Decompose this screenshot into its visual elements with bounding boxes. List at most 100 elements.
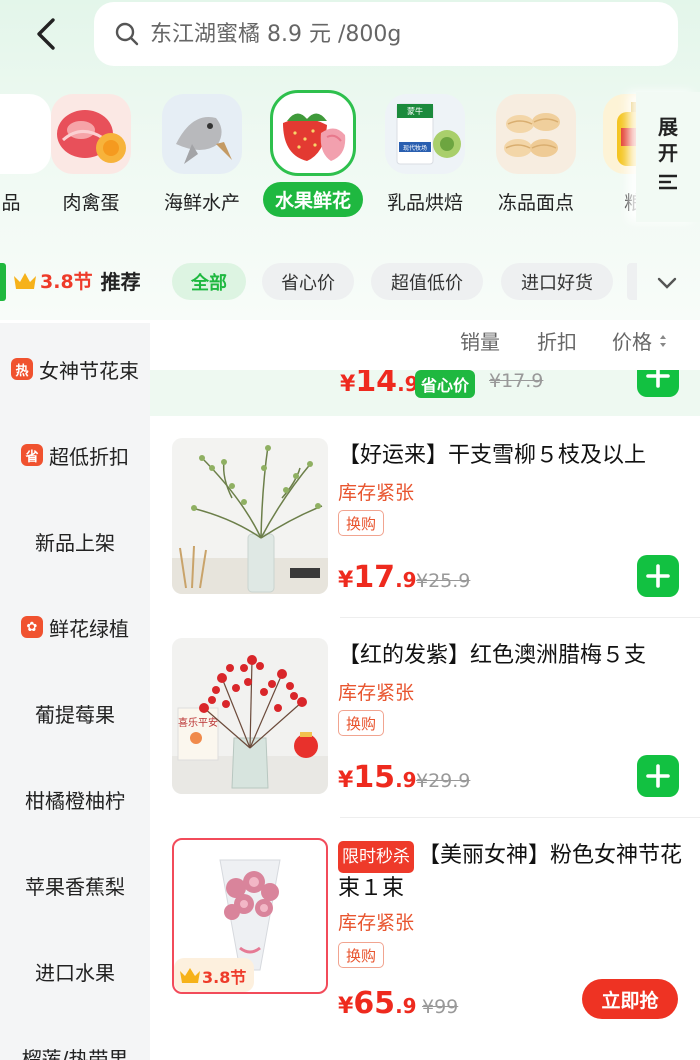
crown-icon [180, 968, 200, 983]
product-image-willow [172, 438, 328, 594]
meat-thumb [51, 94, 131, 174]
sort-price-label: 价格 [612, 330, 652, 354]
sidebar-item-label: 柑橘橙柚柠 [25, 788, 125, 813]
sidebar-item-discount[interactable]: 省 超低折扣 [0, 435, 150, 475]
plus-icon [646, 764, 670, 788]
save-badge: 省 [21, 444, 43, 466]
filter-chip-partial[interactable] [627, 263, 637, 300]
sort-discount[interactable]: 折扣 [537, 326, 577, 355]
category-label: 冻品面点 [497, 192, 574, 214]
buy-now-button[interactable]: 立即抢 [582, 979, 678, 1019]
chevron-left-icon [37, 18, 55, 50]
category-label: 肉禽蛋 [62, 192, 120, 214]
product-card[interactable]: 【好运来】干支雪柳５枝及以上 库存紧张 换购 ¥17.9 ¥25.9 [150, 420, 700, 620]
category-item-grain-oil[interactable]: 粮油 [588, 90, 640, 215]
chevron-down-icon[interactable] [652, 268, 682, 298]
original-price: ¥29.9 [416, 770, 471, 792]
sidebar-item-label: 女神节花束 [39, 358, 139, 383]
filter-chip-low-price[interactable]: 超值低价 [371, 263, 483, 300]
add-to-cart-button[interactable] [637, 555, 679, 597]
category-row: 品 肉禽蛋 海鲜水产 水果鲜花 蒙牛 现代牧场 乳品烘焙 冻品面点 粮 [0, 90, 640, 220]
sidebar-item-label: 新品上架 [35, 530, 115, 555]
svg-text:喜乐平安: 喜乐平安 [178, 716, 218, 729]
divider [340, 617, 700, 618]
festival-label: 3.8节 [40, 271, 93, 293]
flower-badge-icon: ✿ [21, 616, 43, 638]
swap-tag: 换购 [338, 710, 385, 736]
expand-label-2: 开 [658, 141, 678, 165]
oil-thumb [603, 94, 640, 174]
sidebar-item-new[interactable]: 新品上架 [0, 521, 150, 561]
divider [340, 817, 700, 818]
category-item-meat[interactable]: 肉禽蛋 [36, 90, 146, 215]
filter-chip-all[interactable]: 全部 [172, 263, 246, 300]
search-input[interactable] [150, 21, 610, 47]
stock-status: 库存紧张 [338, 682, 415, 704]
expand-label-1: 展 [658, 115, 678, 139]
strawberry-thumb [270, 90, 356, 176]
product-card[interactable]: 喜乐平安 【红的发紫】红色澳洲腊梅５支 库存紧张 换购 ¥15.9 ¥29.9 [150, 620, 700, 820]
crown-icon [14, 272, 36, 289]
previous-item-original-price: ¥17.9 [489, 370, 544, 392]
sidebar-item-apple-banana[interactable]: 苹果香蕉梨 [0, 865, 150, 905]
swap-tag: 换购 [338, 942, 385, 968]
list-icon [659, 174, 677, 190]
category-item-dairy[interactable]: 蒙牛 现代牧场 乳品烘焙 [370, 90, 480, 215]
product-title: 【好运来】干支雪柳５枝及以上 [338, 443, 647, 468]
category-label: 粮油 [623, 192, 640, 214]
product-title: 【红的发紫】红色澳洲腊梅５支 [338, 643, 647, 668]
frozen-thumb [496, 94, 576, 174]
svg-text:现代牧场: 现代牧场 [403, 144, 427, 152]
recommend-tab[interactable]: 3.8节 推荐 [12, 266, 141, 295]
sidebar-item-label: 榴莲/热带果 [21, 1046, 129, 1060]
category-label: 海鲜水产 [163, 192, 240, 214]
sidebar-item-imported[interactable]: 进口水果 [0, 951, 150, 991]
sidebar-item-tropical[interactable]: 榴莲/热带果 [0, 1037, 150, 1060]
sidebar-item-label: 苹果香蕉梨 [25, 874, 125, 899]
hot-badge: 热 [11, 358, 33, 380]
original-price: ¥25.9 [416, 570, 471, 592]
festival-badge: 3.8节 [178, 964, 246, 988]
search-box[interactable] [94, 2, 678, 66]
sidebar-item-flowers[interactable]: ✿ 鲜花绿植 [0, 607, 150, 647]
sidebar-item-berries[interactable]: 葡提莓果 [0, 693, 150, 733]
filter-chip-imported[interactable]: 进口好货 [501, 263, 613, 300]
category-item-fruit-flower[interactable]: 水果鲜花 [258, 90, 368, 217]
product-price: ¥65.9 [338, 986, 417, 1021]
recommend-label: 推荐 [100, 270, 141, 294]
sidebar-item-label: 鲜花绿植 [49, 616, 129, 641]
product-image-bouquet: 3.8节 [172, 838, 328, 994]
sidebar-item-goddess-bouquet[interactable]: 热 女神节花束 [0, 349, 150, 389]
sort-sales[interactable]: 销量 [460, 326, 500, 355]
sort-arrows-icon [660, 335, 667, 347]
previous-item-top [150, 355, 700, 370]
search-icon [115, 22, 139, 46]
category-item-seafood[interactable]: 海鲜水产 [147, 90, 257, 215]
sidebar-item-citrus[interactable]: 柑橘橙柚柠 [0, 779, 150, 819]
sidebar-item-label: 进口水果 [35, 960, 115, 985]
worry-free-price-tag: 省心价 [415, 370, 476, 398]
add-to-cart-button[interactable] [637, 755, 679, 797]
product-card[interactable]: 3.8节 限时秒杀 【美丽女神】粉色女神节花束１束 库存紧张 换购 ¥65.9 ¥… [150, 820, 700, 1060]
sidebar-item-label: 葡提莓果 [35, 702, 115, 727]
category-label: 水果鲜花 [262, 182, 363, 217]
stock-status: 库存紧张 [338, 482, 415, 504]
expand-categories-button[interactable]: 展 开 [636, 92, 700, 222]
swap-tag: 换购 [338, 510, 385, 536]
sidebar: 热 女神节花束 省 超低折扣 新品上架 ✿ 鲜花绿植 葡提莓果 柑橘橙柚柠 苹果… [0, 323, 150, 1060]
product-price: ¥17.9 [338, 560, 417, 595]
back-button[interactable] [24, 12, 68, 56]
recommend-indicator [0, 263, 6, 301]
filter-chip-worry-free[interactable]: 省心价 [262, 263, 354, 300]
product-image-wintersweet: 喜乐平安 [172, 638, 328, 794]
seafood-thumb [162, 94, 242, 174]
dairy-thumb: 蒙牛 现代牧场 [385, 94, 465, 174]
category-item-frozen[interactable]: 冻品面点 [481, 90, 591, 215]
product-title: 限时秒杀 【美丽女神】粉色女神节花束１束 [338, 841, 683, 901]
plus-icon [646, 564, 670, 588]
flash-sale-tag: 限时秒杀 [338, 841, 414, 873]
sidebar-item-label: 超低折扣 [49, 444, 129, 469]
sort-price[interactable]: 价格 [612, 326, 668, 355]
category-label: 乳品烘焙 [386, 192, 463, 214]
stock-status: 库存紧张 [338, 912, 415, 934]
